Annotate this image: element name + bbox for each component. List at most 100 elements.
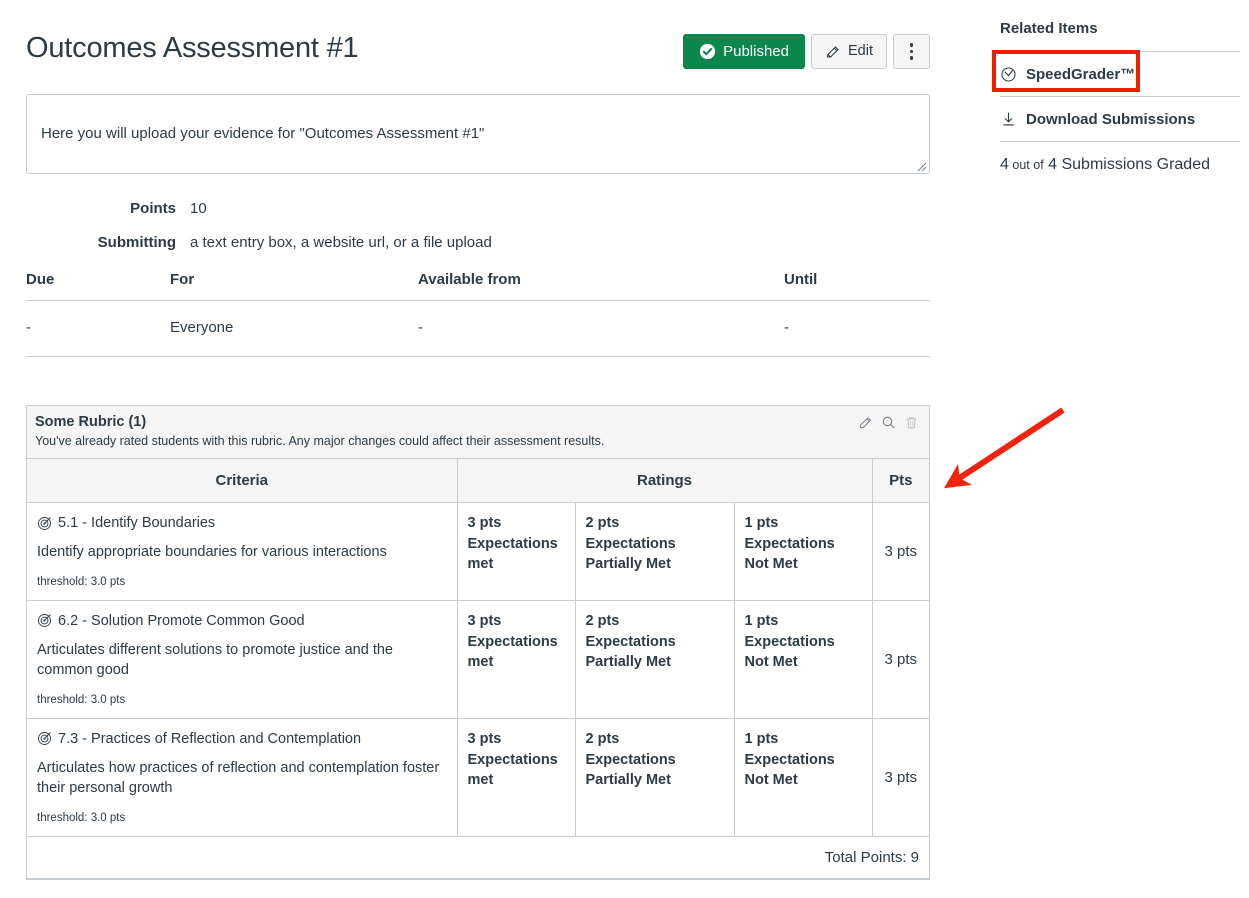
meta-row-points: Points 10 <box>26 200 930 217</box>
sidebar-title: Related Items <box>1000 0 1240 52</box>
criterion-cell: 5.1 - Identify Boundaries Identify appro… <box>27 502 458 601</box>
page-title: Outcomes Assessment #1 <box>26 32 359 64</box>
rating-cell: 2 pts Expectations Partially Met <box>575 502 735 601</box>
resize-handle-icon[interactable] <box>915 160 927 172</box>
speedgrader-link[interactable]: SpeedGrader™ <box>1000 52 1240 97</box>
main-content: Outcomes Assessment #1 Published Edit He… <box>26 0 930 880</box>
graded-suffix: Submissions Graded <box>1061 156 1210 173</box>
rating-cell: 3 pts Expectations met <box>457 502 576 601</box>
meta-row-submitting: Submitting a text entry box, a website u… <box>26 234 930 251</box>
pencil-icon[interactable] <box>858 415 873 430</box>
related-items-sidebar: Related Items SpeedGrader™ Download Subm… <box>1000 0 1240 174</box>
points-value: 10 <box>190 200 207 217</box>
rating-description: Expectations met <box>467 751 558 789</box>
rating-points: 2 pts <box>585 730 620 747</box>
due-dates-table: Due For Available from Until - Everyone … <box>26 271 930 357</box>
download-submissions-link[interactable]: Download Submissions <box>1000 97 1240 142</box>
out-of-label: out of <box>1012 158 1044 172</box>
criterion-name-wrap: 5.1 - Identify Boundaries <box>37 515 447 531</box>
speedgrader-gauge-icon <box>1001 67 1016 82</box>
rating-points: 3 pts <box>467 612 502 629</box>
rating-cell: 1 pts Expectations Not Met <box>734 600 873 719</box>
cell-until: - <box>784 300 930 357</box>
col-header-due: Due <box>26 271 170 301</box>
assignment-meta: Points 10 Submitting a text entry box, a… <box>26 200 930 251</box>
criterion-points: 3 pts <box>872 718 929 837</box>
rating-cell: 1 pts Expectations Not Met <box>734 502 873 601</box>
criterion-threshold: threshold: 3.0 pts <box>37 693 126 706</box>
col-header-pts: Pts <box>872 459 929 503</box>
table-row: 5.1 - Identify Boundaries Identify appro… <box>27 502 929 601</box>
criterion-description: Identify appropriate boundaries for vari… <box>37 544 387 560</box>
criterion-points: 3 pts <box>872 600 929 719</box>
edit-label: Edit <box>848 43 873 60</box>
rating-cell: 3 pts Expectations met <box>457 718 576 837</box>
kebab-menu-icon <box>909 43 914 60</box>
outcome-target-icon <box>38 732 51 746</box>
col-header-until: Until <box>784 271 930 301</box>
download-label: Download Submissions <box>1026 111 1196 128</box>
rating-description: Expectations Not Met <box>744 751 835 789</box>
graded-count: 4 <box>1000 156 1009 173</box>
rating-description: Expectations Not Met <box>744 536 835 573</box>
criterion-name: 6.2 - Solution Promote Common Good <box>58 612 305 629</box>
rating-points: 2 pts <box>585 515 620 531</box>
rating-points: 1 pts <box>744 730 779 747</box>
rubric-title: Some Rubric (1) <box>35 414 147 430</box>
title-row: Outcomes Assessment #1 Published Edit <box>26 0 930 72</box>
col-header-for: For <box>170 271 418 301</box>
rubric-actions <box>858 415 919 430</box>
dates-header-row: Due For Available from Until <box>26 271 930 301</box>
rating-cell: 2 pts Expectations Partially Met <box>575 718 735 837</box>
submissions-graded-status: 4 out of 4 Submissions Graded <box>1000 142 1240 174</box>
rating-points: 1 pts <box>744 515 779 531</box>
rating-description: Expectations Partially Met <box>585 536 676 573</box>
criterion-name: 7.3 - Practices of Reflection and Contem… <box>58 730 362 747</box>
col-header-available: Available from <box>418 271 784 301</box>
criterion-threshold: threshold: 3.0 pts <box>37 811 126 824</box>
rubric-warning: You've already rated students with this … <box>35 434 605 448</box>
magnifier-icon[interactable] <box>881 415 896 430</box>
rating-description: Expectations Partially Met <box>585 633 676 670</box>
rating-cell: 3 pts Expectations met <box>457 600 576 719</box>
criterion-threshold: threshold: 3.0 pts <box>37 575 126 588</box>
published-label: Published <box>723 43 789 60</box>
trash-icon[interactable] <box>904 415 919 430</box>
table-row: 7.3 - Practices of Reflection and Contem… <box>27 718 929 837</box>
check-circle-icon <box>699 43 716 60</box>
header-actions: Published Edit <box>683 30 930 69</box>
rubric-header-row: Criteria Ratings Pts <box>27 459 929 503</box>
submitting-label: Submitting <box>97 234 176 251</box>
criterion-name-wrap: 7.3 - Practices of Reflection and Contem… <box>37 731 447 747</box>
submitting-value: a text entry box, a website url, or a fi… <box>190 234 492 251</box>
pencil-icon <box>826 45 839 58</box>
published-button[interactable]: Published <box>683 34 805 69</box>
col-header-criteria: Criteria <box>27 459 458 503</box>
rating-description: Expectations met <box>467 633 558 670</box>
rating-points: 3 pts <box>467 515 502 531</box>
rubric-table: Criteria Ratings Pts 5.1 - Identify Boun… <box>27 459 929 879</box>
cell-due: - <box>26 300 170 357</box>
criterion-description: Articulates different solutions to promo… <box>37 641 393 679</box>
criterion-name-wrap: 6.2 - Solution Promote Common Good <box>37 613 447 629</box>
edit-button[interactable]: Edit <box>811 34 887 69</box>
criterion-description: Articulates how practices of reflection … <box>37 759 440 797</box>
rubric-total-points: Total Points: 9 <box>27 836 929 879</box>
criterion-cell: 7.3 - Practices of Reflection and Contem… <box>27 718 458 837</box>
assignment-page: Outcomes Assessment #1 Published Edit He… <box>0 0 1249 898</box>
cell-for: Everyone <box>170 300 418 357</box>
description-text: Here you will upload your evidence for "… <box>41 125 485 142</box>
criterion-name: 5.1 - Identify Boundaries <box>58 515 216 531</box>
rating-points: 1 pts <box>744 612 779 629</box>
assignment-description[interactable]: Here you will upload your evidence for "… <box>26 94 930 174</box>
rating-points: 3 pts <box>467 730 502 747</box>
table-row: 6.2 - Solution Promote Common Good Artic… <box>27 600 929 719</box>
more-options-button[interactable] <box>893 34 930 69</box>
rating-cell: 2 pts Expectations Partially Met <box>575 600 735 719</box>
rubric-total-row: Total Points: 9 <box>27 836 929 879</box>
rating-points: 2 pts <box>585 612 620 629</box>
rating-description: Expectations Not Met <box>744 633 835 670</box>
speedgrader-label: SpeedGrader™ <box>1026 66 1136 83</box>
col-header-ratings: Ratings <box>457 459 873 503</box>
rating-description: Expectations Partially Met <box>585 751 676 789</box>
